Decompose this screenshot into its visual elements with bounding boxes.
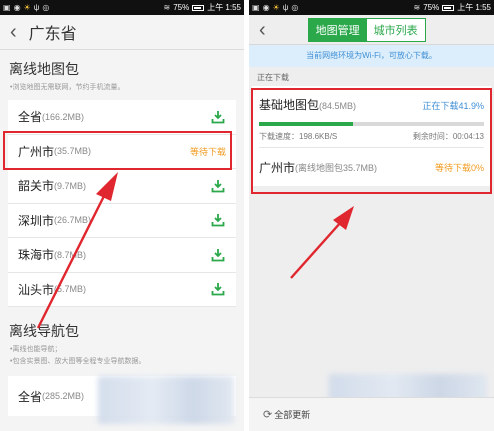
battery-percent: 75% (173, 3, 190, 12)
item-name: 韶关市 (18, 179, 55, 194)
item-size: (285.2MB) (42, 391, 85, 401)
remaining-time: 剩余时间：00:04:13 (412, 132, 484, 141)
item-name: 广州市 (18, 144, 55, 159)
item-size: (离线地图包35.7MB) (295, 162, 378, 173)
status-bar: ▣ ◉ ☀ ψ ◎ ≋ 75% 上午 1:55 (0, 0, 244, 15)
back-icon[interactable]: ‹ (10, 22, 17, 42)
item-name: 基础地图包 (259, 98, 320, 112)
downloading-label: 正在下载 (257, 73, 289, 82)
weather-icon: ☀ (23, 3, 31, 12)
item-size: (9.7MB) (54, 180, 87, 191)
wait-status: 等待下载0% (434, 162, 484, 173)
download-icon[interactable] (210, 247, 226, 263)
item-name: 全省 (18, 389, 43, 404)
wait-status: 等待下载 (189, 146, 226, 157)
back-icon[interactable]: ‹ (259, 20, 266, 40)
sync-icon: ◎ (291, 3, 299, 12)
sync-icon: ◎ (42, 3, 50, 12)
refresh-icon: ⟳ (263, 409, 273, 421)
offline-nav-note: •包含实景图、放大图等全程专业导航数据。 (10, 358, 146, 365)
list-item[interactable]: 汕头市 (5.7MB) (8, 273, 236, 307)
list-item[interactable]: 广州市 (35.7MB) 等待下载 (8, 135, 236, 169)
download-status: 正在下载41.9% (422, 101, 484, 111)
offline-nav-section-title: 离线导航包 (9, 323, 79, 339)
item-name: 深圳市 (18, 213, 55, 228)
item-size: (84.5MB) (319, 101, 357, 111)
download-list: 基础地图包 (84.5MB) 正在下载41.9% 下载速度：198.6KB/S … (252, 86, 491, 186)
battery-percent: 75% (423, 3, 440, 12)
item-name: 广州市 (259, 160, 296, 175)
tab-group: 地图管理 城市列表 (307, 17, 426, 42)
download-item[interactable]: 广州市 (离线地图包35.7MB) 等待下载0% (259, 148, 484, 186)
header: ‹ 地图管理 城市列表 (249, 15, 494, 45)
chat-notification-icon: ◉ (262, 3, 270, 12)
app-notification-icon: ▣ (252, 3, 260, 12)
page-title: 广东省 (28, 26, 77, 43)
progress-bar (259, 122, 484, 126)
weather-icon: ☀ (272, 3, 280, 12)
item-size: (35.7MB) (54, 146, 92, 157)
progress-fill (259, 122, 354, 126)
download-icon[interactable] (210, 109, 226, 125)
item-size: (5.7MB) (54, 284, 87, 295)
update-all-label: 全部更新 (274, 410, 311, 420)
download-icon[interactable] (210, 178, 226, 194)
download-icon[interactable] (210, 281, 226, 297)
item-name: 珠海市 (18, 248, 55, 263)
update-all-button[interactable]: ⟳ 全部更新 (263, 408, 310, 421)
item-name: 全省 (18, 110, 43, 125)
status-bar: ▣ ◉ ☀ ψ ◎ ≋ 75% 上午 1:55 (249, 0, 494, 15)
left-screen: ▣ ◉ ☀ ψ ◎ ≋ 75% 上午 1:55 ‹ 广东省 离线地图包 •浏览地… (0, 0, 244, 431)
usb-icon: ψ (282, 3, 289, 12)
city-list: 全省 (166.2MB) 广州市 (35.7MB) 等待下载 韶关市 (9.7M… (8, 100, 236, 307)
usb-icon: ψ (33, 3, 40, 12)
tab-city-list[interactable]: 城市列表 (366, 18, 425, 41)
list-item[interactable]: 珠海市 (8.7MB) (8, 238, 236, 273)
clock: 上午 1:55 (207, 3, 241, 12)
offline-map-note: •浏览地图无需联网，节约手机流量。 (10, 84, 125, 91)
wifi-icon: ≋ (163, 3, 171, 12)
list-item[interactable]: 深圳市 (26.7MB) (8, 204, 236, 238)
item-size: (8.7MB) (54, 249, 87, 260)
battery-icon (442, 4, 455, 11)
item-size: (26.7MB) (54, 215, 92, 226)
offline-nav-note: •离线也能导航； (10, 346, 62, 353)
battery-icon (192, 4, 205, 11)
bottom-bar: ⟳ 全部更新 (249, 397, 494, 431)
offline-map-section-title: 离线地图包 (9, 61, 79, 77)
list-item[interactable]: 全省 (166.2MB) (8, 100, 236, 135)
app-notification-icon: ▣ (3, 3, 11, 12)
item-name: 汕头市 (18, 282, 55, 297)
blurred-watermark (98, 376, 234, 424)
header: ‹ 广东省 (0, 15, 244, 50)
tab-map-management[interactable]: 地图管理 (308, 18, 367, 41)
item-size: (166.2MB) (42, 111, 85, 122)
download-icon[interactable] (210, 212, 226, 228)
right-screen: ▣ ◉ ☀ ψ ◎ ≋ 75% 上午 1:55 ‹ 地图管理 城市列表 当前网络… (249, 0, 494, 431)
chat-notification-icon: ◉ (13, 3, 21, 12)
clock: 上午 1:55 (457, 3, 491, 12)
download-speed: 下载速度：198.6KB/S (259, 132, 338, 141)
wifi-icon: ≋ (413, 3, 421, 12)
list-item[interactable]: 韶关市 (9.7MB) (8, 169, 236, 204)
download-item[interactable]: 基础地图包 (84.5MB) 正在下载41.9% 下载速度：198.6KB/S … (259, 86, 484, 148)
wifi-notice: 当前网络环境为Wi-Fi，可放心下载。 (249, 45, 494, 67)
